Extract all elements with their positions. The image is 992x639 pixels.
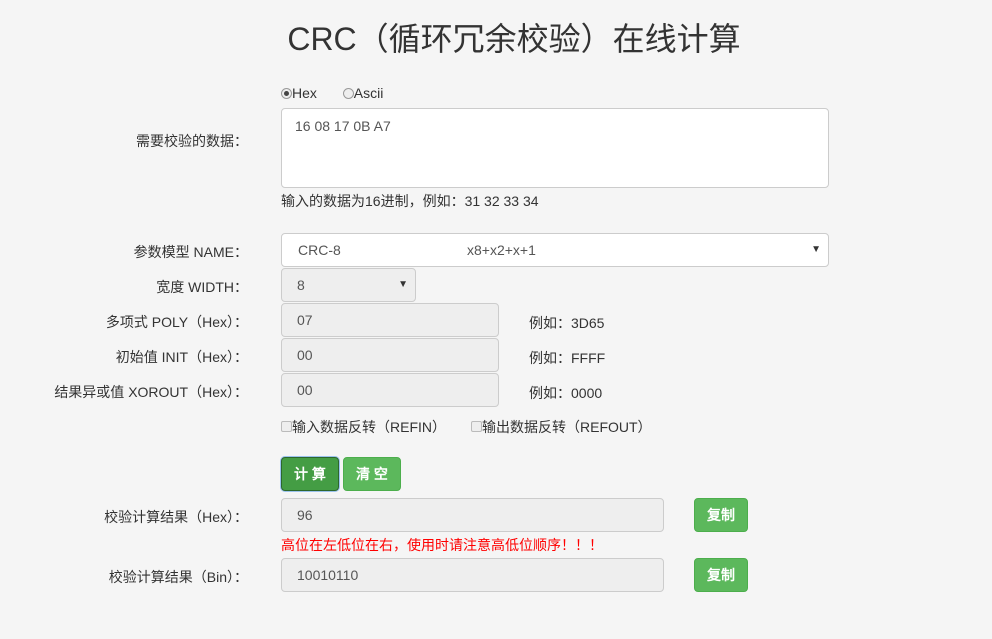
width-value: 8 xyxy=(297,277,305,293)
result-hex-label: 校验计算结果（Hex）： xyxy=(104,509,248,525)
model-name: CRC-8 xyxy=(298,242,341,258)
model-select[interactable]: CRC-8 x8+x2+x+1 ▼ xyxy=(281,233,829,267)
checkbox-icon[interactable] xyxy=(471,421,482,432)
checkbox-icon[interactable] xyxy=(281,421,292,432)
result-bin-output[interactable]: 10010110 xyxy=(281,558,664,592)
radio-hex-label: Hex xyxy=(292,85,317,101)
refin-label: 输入数据反转（REFIN） xyxy=(292,419,446,435)
result-bin-label: 校验计算结果（Bin）： xyxy=(108,569,248,585)
poly-label: 多项式 POLY（Hex）： xyxy=(105,314,248,330)
refout-checkbox[interactable]: 输出数据反转（REFOUT） xyxy=(471,417,652,437)
model-poly-expr: x8+x2+x+1 xyxy=(467,242,536,258)
width-label: 宽度 WIDTH： xyxy=(156,279,248,295)
format-radio-group: Hex Ascii xyxy=(281,85,383,101)
data-label: 需要校验的数据： xyxy=(136,133,248,149)
init-example: 例如：FFFF xyxy=(529,350,606,366)
copy-hex-button[interactable]: 复制 xyxy=(694,498,748,532)
clear-button[interactable]: 清 空 xyxy=(343,457,401,491)
data-textarea[interactable]: 16 08 17 0B A7 xyxy=(281,108,829,188)
refin-checkbox[interactable]: 输入数据反转（REFIN） xyxy=(281,417,446,437)
init-input[interactable]: 00 xyxy=(281,338,499,372)
xorout-input[interactable]: 00 xyxy=(281,373,499,407)
radio-hex[interactable]: Hex xyxy=(281,85,317,101)
copy-bin-button[interactable]: 复制 xyxy=(694,558,748,592)
calculate-button[interactable]: 计 算 xyxy=(281,457,339,491)
radio-icon[interactable] xyxy=(281,88,292,99)
result-hex-output[interactable]: 96 xyxy=(281,498,664,532)
refout-label: 输出数据反转（REFOUT） xyxy=(482,419,652,435)
init-label: 初始值 INIT（Hex）： xyxy=(115,349,248,365)
poly-input[interactable]: 07 xyxy=(281,303,499,337)
xorout-label: 结果异或值 XOROUT（Hex）： xyxy=(54,384,248,400)
model-label: 参数模型 NAME： xyxy=(133,244,248,260)
result-warning: 高位在左低位在右，使用时请注意高低位顺序！！！ xyxy=(281,537,603,553)
radio-ascii[interactable]: Ascii xyxy=(342,85,384,101)
radio-ascii-label: Ascii xyxy=(353,85,384,101)
page-title: CRC（循环冗余校验）在线计算 xyxy=(287,21,741,57)
width-select[interactable]: 8 ▼ xyxy=(281,268,416,302)
data-hint: 输入的数据为16进制，例如：31 32 33 34 xyxy=(281,193,539,209)
poly-example: 例如：3D65 xyxy=(529,315,605,331)
chevron-down-icon: ▼ xyxy=(811,244,821,255)
chevron-down-icon: ▼ xyxy=(398,279,408,290)
radio-icon[interactable] xyxy=(342,88,354,99)
xorout-example: 例如：0000 xyxy=(529,385,603,401)
